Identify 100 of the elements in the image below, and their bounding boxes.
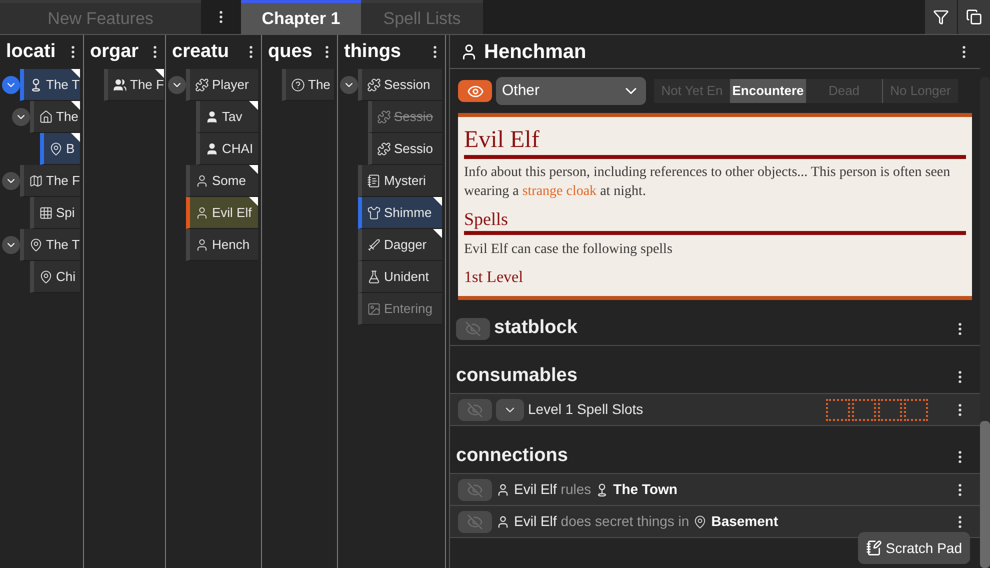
connection-subject[interactable]: Evil Elf (514, 479, 557, 500)
section-title: connections (456, 444, 569, 468)
person-icon (460, 42, 478, 60)
tree-item[interactable]: Mysteri (358, 165, 442, 197)
tree-item[interactable]: Shimme (358, 197, 442, 229)
card-description: Info about this person, including references to other objects... This person is often seen wearing a strange cloak at night. (464, 164, 952, 201)
tree-item[interactable]: Session (358, 69, 442, 101)
expand-toggle[interactable] (340, 76, 358, 94)
eye-off-icon (467, 482, 483, 498)
tree-item[interactable]: Sessio (368, 133, 442, 165)
consumable-label: Level 1 Spell Slots (528, 400, 644, 419)
tree-item[interactable]: Sessio (368, 101, 442, 133)
card-text: Evil Elf can case the following spells (464, 241, 674, 259)
person-icon (496, 482, 510, 496)
house-icon (39, 110, 53, 124)
map-pin-icon (29, 238, 43, 252)
visibility-toggle[interactable] (458, 478, 492, 500)
tree-item[interactable]: The (282, 69, 334, 101)
shirt-icon (367, 206, 381, 220)
tree-item[interactable]: Some (186, 165, 258, 197)
person-icon (205, 110, 219, 124)
detail-title: Henchman (484, 40, 588, 64)
slot-checkbox[interactable] (904, 398, 928, 420)
section-title: statblock (494, 316, 578, 340)
pin-figure-icon (29, 78, 43, 92)
tree-item[interactable]: Dagger (358, 229, 442, 261)
connection-relation: does secret things in (560, 512, 690, 531)
flask-icon (367, 270, 381, 284)
filter-button[interactable] (925, 0, 957, 34)
tree-item[interactable]: Spi (30, 197, 80, 229)
tree-item[interactable]: Hench (186, 229, 258, 261)
visibility-toggle[interactable] (458, 398, 492, 420)
notepad-icon (866, 540, 882, 556)
tree-item[interactable]: The T (20, 69, 80, 101)
column-title: things (344, 40, 401, 64)
person-icon (496, 514, 510, 528)
type-select[interactable]: Other (496, 77, 646, 105)
expand-toggle[interactable] (2, 172, 20, 190)
expand-toggle[interactable] (2, 76, 20, 94)
column-title: creatu (172, 40, 230, 64)
puzzle-icon (195, 78, 209, 92)
person-icon (195, 206, 209, 220)
slot-checkbox[interactable] (826, 398, 850, 420)
scrollbar-thumb[interactable] (980, 420, 990, 568)
expand-toggle[interactable] (168, 76, 186, 94)
column-title: ques (268, 40, 312, 64)
column-title: orgar (90, 40, 139, 64)
visibility-toggle[interactable] (458, 510, 492, 532)
expand-toggle[interactable] (2, 236, 20, 254)
map-icon (29, 174, 43, 188)
copy-button[interactable] (958, 0, 990, 34)
eye-off-icon (467, 514, 483, 530)
eye-off-icon (467, 402, 483, 418)
puzzle-icon (377, 142, 391, 156)
spell-level: 1st Level (464, 268, 524, 288)
puzzle-icon (377, 110, 391, 124)
column-title: locati (6, 40, 56, 64)
question-circle-icon (291, 78, 305, 92)
tree-item[interactable]: Chi (30, 261, 80, 293)
visibility-toggle[interactable] (456, 318, 490, 340)
grid-icon (39, 206, 53, 220)
connection-relation: rules (560, 480, 592, 499)
person-icon (195, 238, 209, 252)
filter-icon (933, 9, 949, 25)
tree-item[interactable]: Unident (358, 261, 442, 293)
tree-item[interactable]: Player (186, 69, 258, 101)
tree-item[interactable]: Tav (196, 101, 258, 133)
slot-checkbox[interactable] (852, 398, 876, 420)
map-pin-icon (39, 270, 53, 284)
expand-button[interactable] (496, 398, 524, 420)
dagger-icon (367, 238, 381, 252)
visibility-toggle[interactable] (458, 80, 492, 102)
slot-checkbox[interactable] (878, 398, 902, 420)
connection-target[interactable]: The Town (613, 479, 948, 500)
eye-off-icon (465, 320, 481, 336)
scratch-pad-button[interactable]: Scratch Pad (858, 532, 970, 564)
overlapping-squares-icon (966, 9, 982, 25)
puzzle-icon (367, 78, 381, 92)
tree-item[interactable]: The (30, 101, 80, 133)
tree-item[interactable]: The F (20, 165, 80, 197)
image-icon (367, 302, 381, 316)
person-icon (195, 174, 209, 188)
expand-toggle[interactable] (12, 108, 30, 126)
status-segment[interactable]: Encountere (730, 79, 806, 103)
tree-item[interactable]: The T (20, 229, 80, 261)
connection-subject[interactable]: Evil Elf (514, 511, 557, 532)
tab[interactable]: Chapter 1 (241, 0, 361, 34)
section-title: consumables (456, 364, 578, 388)
map-pin-icon (693, 514, 708, 528)
notebook-icon (367, 174, 381, 188)
connection-target[interactable]: Basement (711, 511, 948, 532)
tree-item[interactable]: Evil Elf (186, 197, 258, 229)
map-pin-icon (49, 142, 63, 156)
tree-item[interactable]: CHAI (196, 133, 258, 165)
people-icon (113, 78, 127, 92)
person-icon (205, 142, 219, 156)
card-title: Evil Elf (464, 125, 966, 159)
card-heading: Spells (464, 207, 966, 235)
tree-item[interactable]: The F (104, 69, 164, 101)
tree-item[interactable]: B (40, 133, 80, 165)
